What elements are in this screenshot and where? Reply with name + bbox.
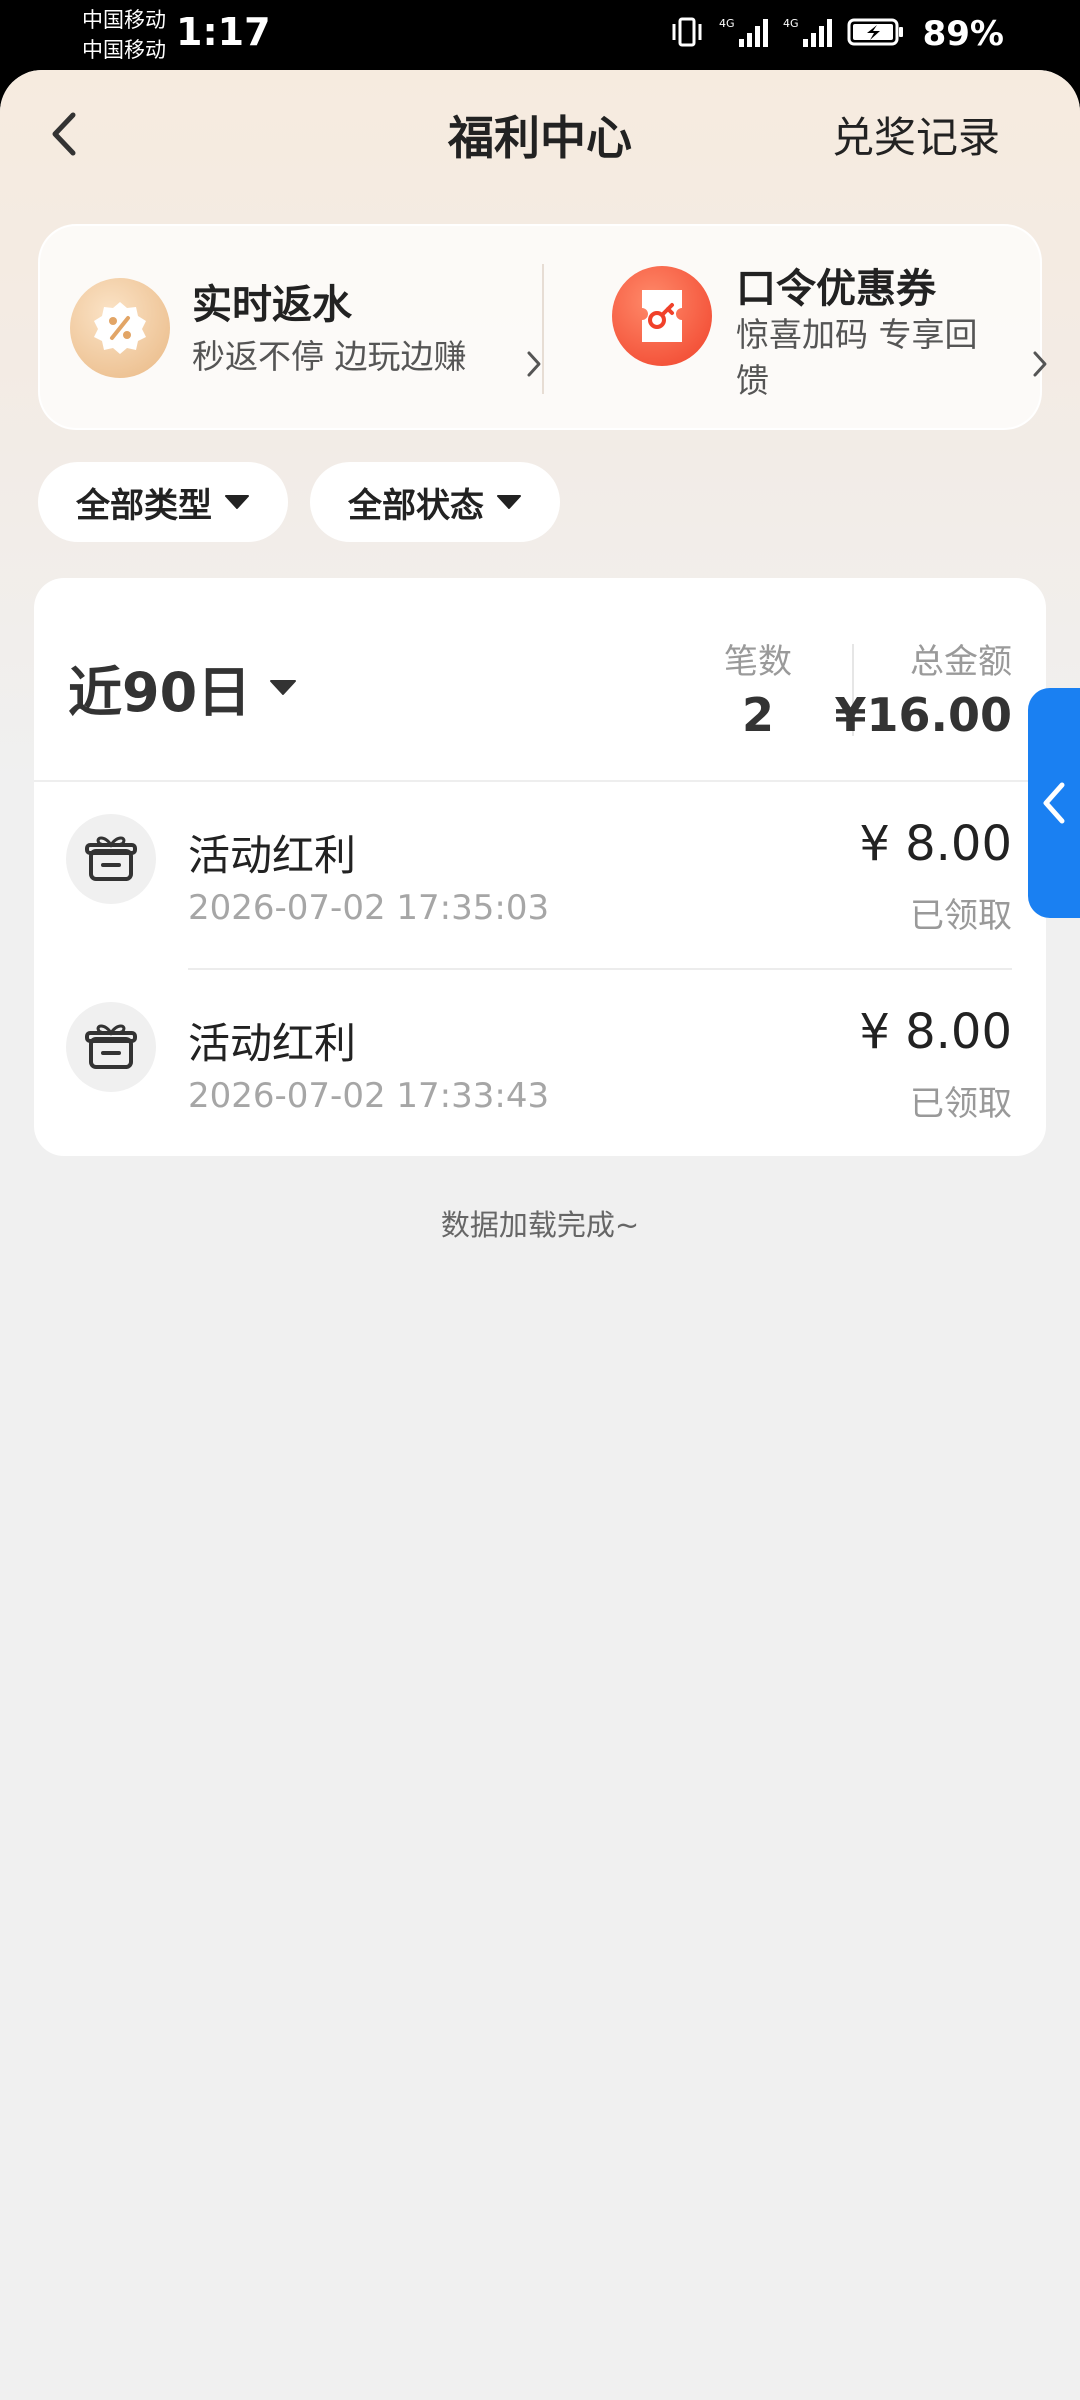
gift-icon xyxy=(66,1002,156,1092)
signal-4g-icon: 4G xyxy=(719,15,769,53)
record-amount: ¥ 8.00 xyxy=(859,816,1012,872)
count-label: 笔数 xyxy=(724,642,792,682)
status-bar: 中国移动 中国移动 1:17 4G 4G 89% xyxy=(0,0,1080,70)
battery-percent: 89% xyxy=(922,14,1004,54)
code-coupon-entry[interactable]: 口令优惠券 惊喜加码 专享回馈 xyxy=(544,226,1047,432)
chevron-left-icon xyxy=(1043,782,1065,824)
record-status: 已领取 xyxy=(910,896,1012,936)
records-summary: 近90日 笔数 2 总金额 ¥16.00 xyxy=(34,578,1046,782)
coupon-icon xyxy=(612,266,712,366)
rebate-subtitle: 秒返不停 边玩边赚 xyxy=(192,337,467,376)
status-time: 1:17 xyxy=(176,10,271,54)
record-amount: ¥ 8.00 xyxy=(859,1004,1012,1060)
realtime-rebate-entry[interactable]: 实时返水 秒返不停 边玩边赚 xyxy=(40,226,542,432)
floating-side-tab[interactable] xyxy=(1028,688,1080,918)
total-amount-value: ¥16.00 xyxy=(834,688,1012,742)
svg-text:4G: 4G xyxy=(719,17,735,30)
type-filter-label: 全部类型 xyxy=(76,485,212,526)
record-row[interactable]: 活动红利 2026-07-02 17:33:43 ¥ 8.00 已领取 xyxy=(34,970,1046,1156)
caret-down-icon xyxy=(270,679,297,695)
svg-text:4G: 4G xyxy=(783,17,799,30)
record-row[interactable]: 活动红利 2026-07-02 17:35:03 ¥ 8.00 已领取 xyxy=(34,782,1046,970)
gift-icon xyxy=(66,814,156,904)
record-time: 2026-07-02 17:33:43 xyxy=(188,1076,550,1116)
chevron-right-icon xyxy=(526,350,542,382)
records-card: 近90日 笔数 2 总金额 ¥16.00 活动红利 2026-07-02 17:… xyxy=(34,578,1046,1156)
status-filter-label: 全部状态 xyxy=(348,485,484,526)
phone-screen: 中国移动 中国移动 1:17 4G 4G 89% 福利中心 兑奖记录 实时返水 … xyxy=(0,0,1080,2400)
period-selector[interactable]: 近90日 xyxy=(68,648,297,727)
record-time: 2026-07-02 17:35:03 xyxy=(188,888,550,928)
signal-4g-icon: 4G xyxy=(783,15,833,53)
vibrate-icon xyxy=(669,15,705,53)
count-value: 2 xyxy=(741,688,774,742)
status-filter-dropdown[interactable]: 全部状态 xyxy=(310,462,560,542)
record-title: 活动红利 xyxy=(188,1019,357,1068)
nav-bar: 福利中心 兑奖记录 xyxy=(0,70,1080,194)
chevron-right-icon xyxy=(1032,350,1048,382)
record-status: 已领取 xyxy=(910,1084,1012,1124)
total-amount-label: 总金额 xyxy=(910,642,1012,682)
carrier-label: 中国移动 xyxy=(82,8,166,32)
caret-down-icon xyxy=(497,495,521,509)
coupon-title: 口令优惠券 xyxy=(736,266,936,312)
welfare-center-page: 福利中心 兑奖记录 实时返水 秒返不停 边玩边赚 口令优惠券 惊喜加码 专享回馈… xyxy=(0,70,1080,2400)
period-label: 近90日 xyxy=(68,661,252,724)
type-filter-dropdown[interactable]: 全部类型 xyxy=(38,462,288,542)
rebate-icon xyxy=(70,278,170,378)
promo-card: 实时返水 秒返不停 边玩边赚 口令优惠券 惊喜加码 专享回馈 xyxy=(38,224,1047,432)
caret-down-icon xyxy=(225,495,249,509)
coupon-subtitle: 惊喜加码 专享回馈 xyxy=(736,315,978,400)
load-complete-text: 数据加载完成~ xyxy=(440,1208,640,1242)
record-title: 活动红利 xyxy=(188,831,357,880)
redeem-records-link[interactable]: 兑奖记录 xyxy=(832,104,1000,165)
battery-icon xyxy=(847,16,905,52)
status-icons: 4G 4G 89% xyxy=(669,14,1004,54)
carrier-label: 中国移动 xyxy=(82,38,166,62)
rebate-title: 实时返水 xyxy=(192,282,352,328)
